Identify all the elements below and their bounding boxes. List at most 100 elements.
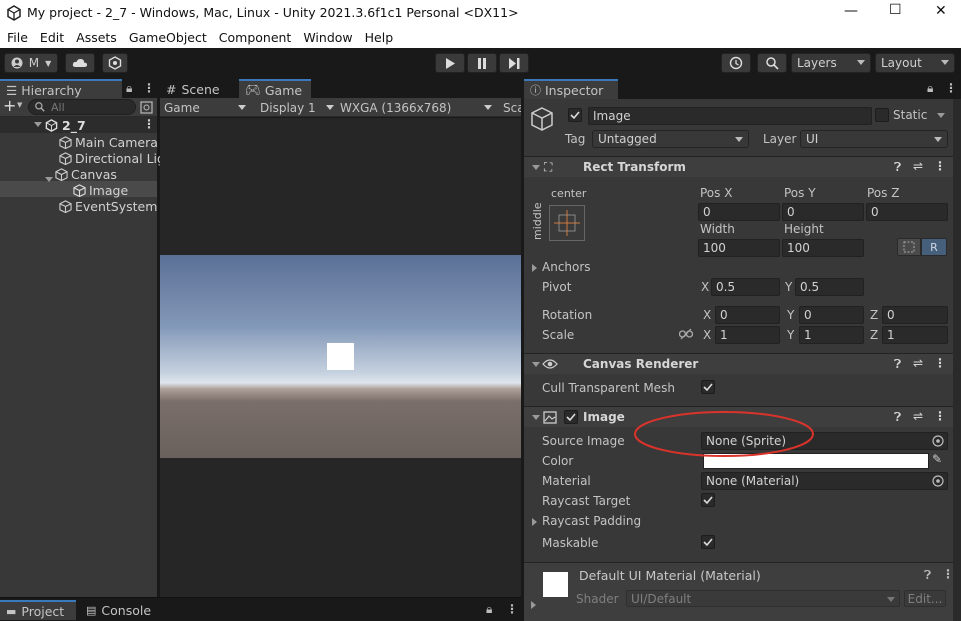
tab-scene[interactable]: # Scene [160, 79, 238, 99]
tab-inspector[interactable]: ⓘ Inspector [524, 79, 618, 99]
hierarchy-item-directional-light[interactable]: Directional Lig [59, 150, 165, 166]
lock-icon[interactable]: 🔒︎ [126, 81, 132, 96]
tag-dropdown[interactable]: Untagged [592, 130, 749, 148]
scale-x-input[interactable]: 1 [715, 326, 780, 344]
hierarchy-search-input[interactable]: All [28, 99, 136, 115]
account-button[interactable]: M ▼ [4, 53, 58, 73]
more-menu-icon[interactable]: ⋮ [942, 567, 954, 581]
game-view[interactable] [160, 118, 521, 597]
posy-input[interactable]: 0 [782, 203, 864, 221]
eyedropper-icon[interactable]: ✎ [932, 452, 942, 466]
constrain-proportions-icon[interactable] [679, 328, 693, 340]
material-field[interactable]: None (Material) [701, 472, 948, 490]
scene-row[interactable]: 2_7 ⋮ [0, 117, 157, 133]
active-checkbox[interactable] [568, 108, 582, 122]
scale-slider-label[interactable]: Sca [500, 98, 521, 116]
width-input[interactable]: 100 [698, 239, 780, 257]
tab-hierarchy[interactable]: ☰ Hierarchy [0, 79, 122, 99]
scene-visibility-icon[interactable] [140, 101, 153, 114]
more-menu-icon[interactable]: ⋮ [934, 356, 946, 370]
search-button[interactable] [757, 53, 787, 73]
history-button[interactable] [721, 53, 751, 73]
chevron-down-icon[interactable] [937, 113, 945, 118]
blueprint-mode-button[interactable] [897, 238, 921, 256]
play-button[interactable] [435, 53, 465, 73]
menu-help[interactable]: Help [365, 30, 394, 45]
posz-input[interactable]: 0 [866, 203, 948, 221]
close-button[interactable]: ✕ [935, 3, 947, 19]
expand-arrow-icon[interactable] [531, 601, 536, 609]
rect-transform-header[interactable]: ⛶ Rect Transform ❓︎ ⇌ ⋮ [524, 156, 953, 177]
lock-icon[interactable]: 🔒︎ [927, 81, 933, 96]
expand-arrow-icon[interactable] [532, 165, 540, 170]
expand-arrow-icon[interactable] [532, 362, 540, 367]
help-icon[interactable]: ❓︎ [894, 410, 901, 425]
lock-icon[interactable]: 🔒︎ [486, 602, 492, 617]
more-menu-icon[interactable]: ⋮ [506, 602, 518, 616]
expand-arrow-icon[interactable] [34, 122, 42, 127]
preset-icon[interactable]: ⇌ [913, 159, 923, 173]
help-icon[interactable]: ❓︎ [924, 568, 931, 583]
menu-file[interactable]: File [7, 30, 28, 45]
rotation-x-input[interactable]: 0 [715, 306, 780, 324]
object-picker-icon[interactable] [932, 435, 944, 447]
layout-dropdown[interactable]: Layout [875, 53, 955, 73]
expand-arrow-icon[interactable] [45, 176, 53, 182]
hierarchy-item-eventsystem[interactable]: EventSystem [59, 198, 157, 214]
shader-dropdown[interactable]: UI/Default [626, 590, 900, 607]
rotation-y-input[interactable]: 0 [799, 306, 864, 324]
tab-console[interactable]: ▤ Console [80, 600, 160, 620]
height-input[interactable]: 100 [782, 239, 864, 257]
menu-gameobject[interactable]: GameObject [129, 30, 207, 45]
maximize-button[interactable]: ☐ [889, 2, 902, 18]
rotation-z-input[interactable]: 0 [882, 306, 948, 324]
raw-edit-button[interactable]: R [921, 238, 947, 256]
collab-button[interactable] [102, 53, 128, 73]
pivot-y-input[interactable]: 0.5 [795, 278, 864, 296]
help-icon[interactable]: ❓︎ [894, 160, 901, 175]
expand-arrow-icon[interactable] [532, 415, 540, 420]
static-checkbox[interactable] [875, 108, 889, 122]
more-menu-icon[interactable]: ⋮ [143, 117, 155, 131]
chevron-down-icon[interactable]: ▼ [17, 101, 22, 109]
scale-z-input[interactable]: 1 [882, 326, 948, 344]
menu-window[interactable]: Window [303, 30, 352, 45]
step-button[interactable] [499, 53, 529, 73]
shader-edit-button[interactable]: Edit... [904, 590, 946, 607]
expand-arrow-icon[interactable] [532, 518, 537, 526]
layers-dropdown[interactable]: Layers [791, 53, 871, 73]
menu-edit[interactable]: Edit [40, 30, 64, 45]
more-menu-icon[interactable]: ⋮ [143, 81, 155, 95]
menu-component[interactable]: Component [219, 30, 292, 45]
canvas-renderer-header[interactable]: Canvas Renderer ❓︎ ⇌ ⋮ [524, 353, 953, 374]
resolution-dropdown[interactable]: WXGA (1366x768) [336, 98, 496, 116]
help-icon[interactable]: ❓︎ [894, 357, 901, 372]
add-icon[interactable]: + [3, 96, 16, 115]
hierarchy-item-main-camera[interactable]: Main Camera [59, 134, 158, 150]
more-menu-icon[interactable]: ⋮ [934, 409, 946, 423]
minimize-button[interactable]: — [844, 3, 858, 19]
anchor-presets-button[interactable] [549, 205, 585, 241]
object-picker-icon[interactable] [932, 475, 944, 487]
raycast-padding-label[interactable]: Raycast Padding [542, 514, 641, 528]
posx-input[interactable]: 0 [698, 203, 780, 221]
image-enabled-checkbox[interactable] [564, 410, 578, 424]
pivot-x-input[interactable]: 0.5 [711, 278, 780, 296]
tab-game[interactable]: 🎮︎ Game [239, 79, 311, 99]
hierarchy-item-canvas[interactable]: Canvas [45, 166, 117, 182]
game-mode-dropdown[interactable]: Game [160, 98, 250, 116]
inspector-scrollbar[interactable] [953, 98, 961, 621]
layer-dropdown[interactable]: UI [800, 130, 948, 148]
tab-project[interactable]: ▬ Project [0, 600, 76, 620]
preset-icon[interactable]: ⇌ [913, 409, 923, 423]
hierarchy-item-image[interactable]: Image [73, 182, 128, 198]
more-menu-icon[interactable]: ⋮ [945, 81, 957, 95]
pause-button[interactable] [467, 53, 497, 73]
preset-icon[interactable]: ⇌ [913, 356, 923, 370]
raycast-target-checkbox[interactable] [701, 493, 715, 507]
cloud-button[interactable] [65, 53, 95, 73]
object-name-input[interactable]: Image [588, 107, 872, 125]
more-menu-icon[interactable]: ⋮ [934, 159, 946, 173]
menu-assets[interactable]: Assets [76, 30, 117, 45]
display-dropdown[interactable]: Display 1 [256, 98, 334, 116]
